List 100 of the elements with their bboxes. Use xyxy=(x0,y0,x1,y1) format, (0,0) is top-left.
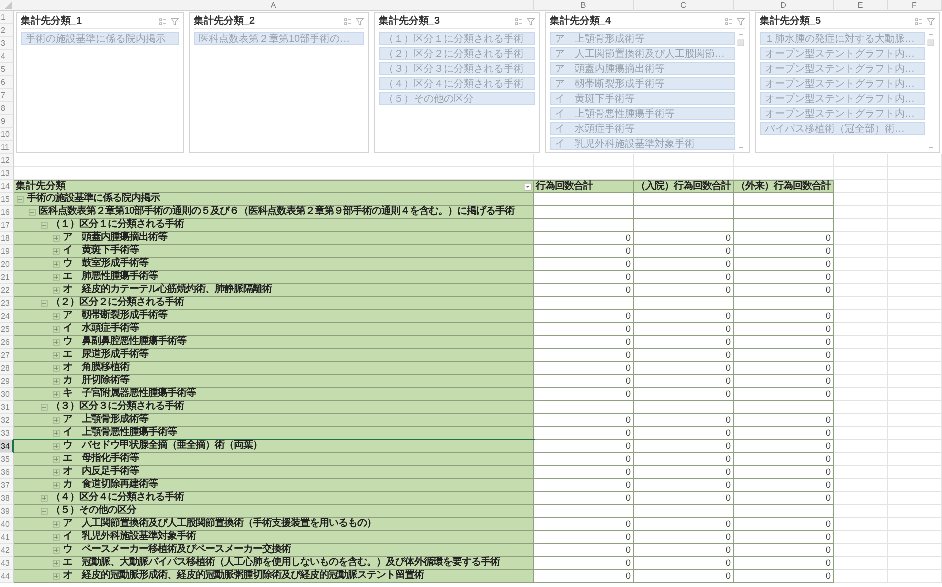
sheet-cell[interactable] xyxy=(834,167,888,180)
sheet-cell[interactable] xyxy=(834,466,888,479)
row-label-cell[interactable]: ア 人工関節置換術及び人工股関節置換術（手術支援装置を用いるもの） xyxy=(14,518,534,531)
sheet-cell[interactable] xyxy=(834,505,888,518)
expand-icon[interactable] xyxy=(53,560,60,566)
sheet-cell[interactable] xyxy=(834,284,888,297)
sheet-cell[interactable] xyxy=(888,375,942,388)
slicer-item[interactable]: オープン型ステントグラフト内… xyxy=(760,107,925,120)
slicer-item[interactable]: 医科点数表第２章第10部手術の… xyxy=(194,32,364,45)
collapse-icon[interactable] xyxy=(17,196,24,202)
row-header[interactable]: 30 xyxy=(0,388,14,401)
row-header[interactable]: 38 xyxy=(0,492,14,505)
row-header[interactable]: 11 xyxy=(0,141,14,154)
row-label-cell[interactable]: イ 黄斑下手術等 xyxy=(14,245,534,258)
slicer-item[interactable]: （５）その他の区分 xyxy=(379,92,535,105)
sheet-cell[interactable] xyxy=(888,531,942,544)
column-header[interactable]: E xyxy=(834,0,888,11)
slicer-item[interactable]: イ 水頭症手術等 xyxy=(550,122,735,135)
sheet-cell[interactable] xyxy=(888,284,942,297)
row-label-cell[interactable]: オ 角膜移植術 xyxy=(14,362,534,375)
sheet-cell[interactable] xyxy=(888,193,942,206)
sheet-cell[interactable] xyxy=(834,375,888,388)
sheet-cell[interactable] xyxy=(888,245,942,258)
sheet-cell[interactable] xyxy=(834,310,888,323)
row-header[interactable]: 26 xyxy=(0,336,14,349)
slicer-item[interactable]: ア 人工関節置換術及び人工股関節… xyxy=(550,47,735,60)
row-header[interactable]: 3 xyxy=(0,37,14,50)
sheet-cell[interactable] xyxy=(888,271,942,284)
sheet-cell[interactable] xyxy=(888,362,942,375)
sheet-cell[interactable] xyxy=(834,232,888,245)
row-header[interactable]: 44 xyxy=(0,570,14,583)
slicer-item[interactable]: オープン型ステントグラフト内… xyxy=(760,47,925,60)
slicer-item[interactable]: バイパス移植術（冠全部）術… xyxy=(760,122,925,135)
column-header[interactable]: F xyxy=(888,0,942,11)
sheet-cell[interactable] xyxy=(888,453,942,466)
row-header[interactable]: 2 xyxy=(0,24,14,37)
sheet-cell[interactable] xyxy=(834,297,888,310)
slicer-item[interactable]: ア 靱帯断裂形成手術等 xyxy=(550,77,735,90)
row-header[interactable]: 4 xyxy=(0,50,14,63)
row-header[interactable]: 1 xyxy=(0,11,14,24)
sheet-cell[interactable] xyxy=(834,245,888,258)
multi-select-icon[interactable] xyxy=(344,18,352,26)
row-label-cell[interactable]: （３）区分３に分類される手術 xyxy=(14,401,534,414)
row-label-cell[interactable]: ア 上顎骨形成術等 xyxy=(14,414,534,427)
row-label-cell[interactable]: オ 経皮的冠動脈形成術、経皮的冠動脈粥腫切除術及び経皮的冠動脈ステント留置術 xyxy=(14,570,534,583)
expand-icon[interactable] xyxy=(53,572,60,580)
sheet-cell[interactable] xyxy=(888,310,942,323)
sheet-cell[interactable] xyxy=(888,466,942,479)
expand-icon[interactable] xyxy=(53,456,60,462)
row-header[interactable]: 9 xyxy=(0,115,14,128)
collapse-icon[interactable] xyxy=(29,208,36,216)
row-label-cell[interactable]: ア 靱帯断裂形成手術等 xyxy=(14,310,534,323)
clear-filter-icon[interactable] xyxy=(356,18,364,26)
sheet-cell[interactable] xyxy=(834,362,888,375)
collapse-icon[interactable] xyxy=(41,404,48,410)
sheet-cell[interactable] xyxy=(834,258,888,271)
row-label-cell[interactable]: （５）その他の区分 xyxy=(14,505,534,518)
row-label-cell[interactable]: オ 内反足手術等 xyxy=(14,466,534,479)
expand-icon[interactable] xyxy=(53,378,60,384)
expand-icon[interactable] xyxy=(41,494,48,502)
slicer-item[interactable]: ア 頭蓋内腫瘍摘出術等 xyxy=(550,62,735,75)
row-label-cell[interactable]: キ 子宮附属器悪性腫瘍手術等 xyxy=(14,388,534,401)
slicer-item[interactable]: イ 上顎骨悪性腫瘍手術等 xyxy=(550,107,735,120)
expand-icon[interactable] xyxy=(53,274,60,280)
expand-icon[interactable] xyxy=(53,286,60,294)
sheet-cell[interactable] xyxy=(834,570,888,583)
sheet-cell[interactable] xyxy=(834,219,888,232)
sheet-cell[interactable] xyxy=(834,479,888,492)
sheet-cell[interactable] xyxy=(834,336,888,349)
row-label-cell[interactable]: イ 上顎骨悪性腫瘍手術等 xyxy=(14,427,534,440)
sheet-cell[interactable] xyxy=(834,271,888,284)
sheet-cell[interactable] xyxy=(834,453,888,466)
row-header[interactable]: 15 xyxy=(0,193,14,206)
expand-icon[interactable] xyxy=(53,234,60,242)
slicer-item[interactable]: （１）区分１に分類される手術 xyxy=(379,32,535,45)
row-label-cell[interactable]: エ 母指化手術等 xyxy=(14,453,534,466)
row-header[interactable]: 22 xyxy=(0,284,14,297)
sheet-cell[interactable] xyxy=(888,401,942,414)
row-header[interactable]: 41 xyxy=(0,531,14,544)
column-header[interactable]: B xyxy=(534,0,634,11)
clear-filter-icon[interactable] xyxy=(737,18,745,26)
sheet-cell[interactable] xyxy=(834,427,888,440)
expand-icon[interactable] xyxy=(53,352,60,358)
expand-icon[interactable] xyxy=(53,338,60,346)
row-header[interactable]: 34 xyxy=(0,440,14,453)
sheet-cell[interactable] xyxy=(14,154,534,167)
row-header[interactable]: 35 xyxy=(0,453,14,466)
sheet-cell[interactable] xyxy=(888,479,942,492)
sheet-cell[interactable] xyxy=(888,297,942,310)
row-label-cell[interactable]: カ 肝切除術等 xyxy=(14,375,534,388)
sheet-cell[interactable] xyxy=(888,505,942,518)
row-header[interactable]: 33 xyxy=(0,427,14,440)
expand-icon[interactable] xyxy=(53,416,60,424)
clear-filter-icon[interactable] xyxy=(527,18,535,26)
slicer-item[interactable]: （４）区分４に分類される手術 xyxy=(379,77,535,90)
sheet-cell[interactable] xyxy=(888,440,942,453)
row-header[interactable]: 6 xyxy=(0,76,14,89)
row-label-cell[interactable]: エ 肺悪性腫瘍手術等 xyxy=(14,271,534,284)
row-header[interactable]: 42 xyxy=(0,544,14,557)
row-label-cell[interactable]: イ 水頭症手術等 xyxy=(14,323,534,336)
